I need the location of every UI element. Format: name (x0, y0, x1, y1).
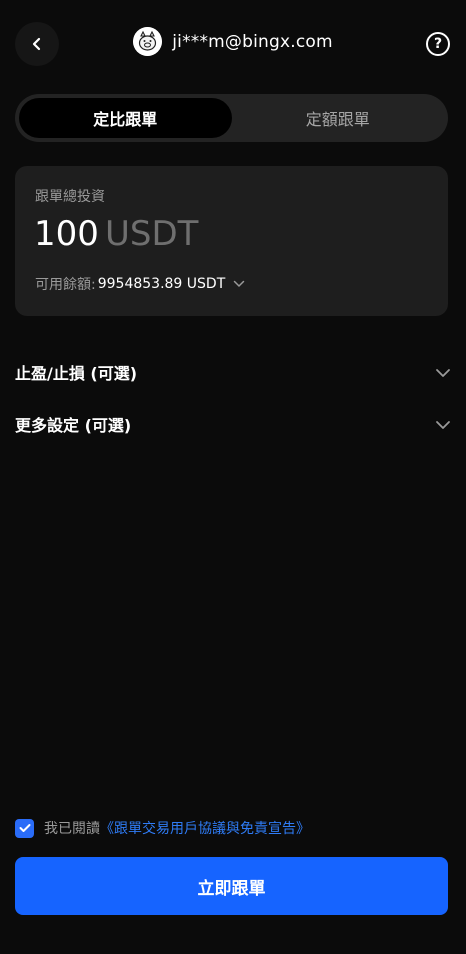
account-email: ji***m@bingx.com (172, 31, 333, 52)
available-value: 9954853.89 USDT (97, 276, 226, 292)
pig-avatar-icon (133, 27, 163, 56)
tp-sl-section[interactable]: 止盈/止損 (可選) (15, 357, 451, 387)
header: ji***m@bingx.com ? (0, 0, 466, 88)
account-info: ji***m@bingx.com (0, 27, 466, 56)
avatar (133, 27, 163, 56)
investment-card: 跟單總投資 100 USDT 可用餘額: 9954853.89 USDT (15, 166, 448, 316)
chevron-down-icon (435, 415, 451, 434)
available-balance[interactable]: 可用餘額: 9954853.89 USDT (35, 274, 245, 294)
tab-ratio-copy[interactable]: 定比跟單 (19, 98, 232, 138)
tab-label: 定額跟單 (305, 110, 370, 129)
investment-label: 跟單總投資 (35, 189, 105, 205)
agreement-checkbox[interactable] (15, 818, 34, 838)
investment-amount-input[interactable]: 100 (34, 214, 99, 254)
copy-now-button[interactable]: 立即跟單 (15, 857, 448, 915)
chevron-down-icon (435, 363, 451, 382)
help-button[interactable]: ? (426, 32, 450, 56)
investment-unit: USDT (105, 214, 199, 254)
available-label: 可用餘額: (35, 277, 96, 293)
tp-sl-title: 止盈/止損 (可選) (15, 364, 138, 383)
tab-fixed-copy[interactable]: 定額跟單 (232, 98, 445, 138)
more-settings-section[interactable]: 更多設定 (可選) (15, 409, 451, 439)
check-icon (19, 824, 30, 832)
agreement-link[interactable]: 《跟單交易用戶協議與免責宣告》 (100, 818, 310, 838)
agreement-prefix: 我已閱讀 (44, 821, 100, 837)
more-settings-title: 更多設定 (可選) (15, 416, 132, 435)
copy-now-label: 立即跟單 (197, 878, 266, 899)
agreement-row: 我已閱讀 《跟單交易用戶協議與免責宣告》 (15, 818, 310, 838)
help-icon: ? (433, 36, 443, 52)
chevron-down-icon (233, 280, 245, 288)
tab-label: 定比跟單 (93, 110, 158, 129)
copy-mode-segment: 定比跟單 定額跟單 (15, 94, 448, 142)
